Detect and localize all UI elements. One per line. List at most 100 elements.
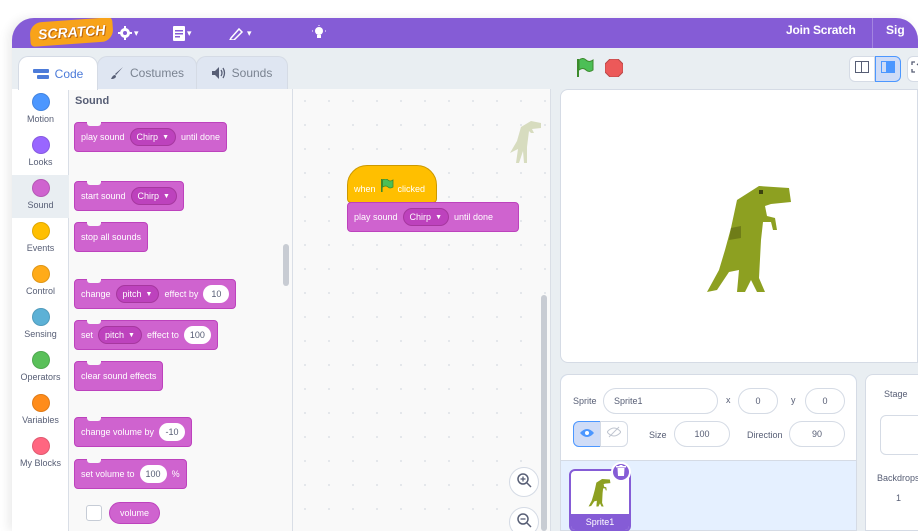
edit-menu[interactable]: ▾: [229, 23, 252, 43]
category-variables[interactable]: Variables: [12, 390, 69, 433]
backdrops-count: 1: [896, 493, 902, 503]
category-sensing[interactable]: Sensing: [12, 304, 69, 347]
show-sprite-button[interactable]: [573, 421, 601, 447]
palette-scrollbar[interactable]: [283, 244, 289, 286]
hide-sprite-button[interactable]: [600, 421, 628, 447]
tab-costumes[interactable]: Costumes: [97, 56, 197, 89]
play-sound-until-done-script-block[interactable]: play sound Chirp ▼ until done: [347, 202, 519, 232]
effect-dropdown[interactable]: pitch ▼: [98, 326, 142, 344]
category-label: Events: [26, 243, 55, 253]
edit-icon: [229, 26, 245, 40]
join-scratch-link[interactable]: Join Scratch: [786, 18, 856, 42]
chevron-down-icon: ▼: [145, 290, 153, 298]
y-label: y: [791, 395, 796, 405]
palette-section-title: Sound: [75, 95, 110, 107]
sign-in-link[interactable]: Sig: [886, 18, 905, 42]
x-position-input[interactable]: 0: [738, 388, 778, 414]
stage-header: [551, 48, 918, 89]
set-volume-block[interactable]: set volume to 100 %: [74, 459, 187, 489]
category-my-blocks[interactable]: My Blocks: [12, 433, 69, 476]
zoom-out-icon: [516, 512, 532, 531]
green-flag-button[interactable]: [575, 58, 595, 83]
x-label: x: [726, 395, 731, 405]
sound-dropdown[interactable]: Chirp ▼: [129, 128, 176, 146]
stop-all-sounds-block[interactable]: stop all sounds: [74, 222, 149, 252]
stage-selector[interactable]: Stage Backdrops 1: [865, 374, 918, 531]
block-palette: Sound play sound Chirp ▼ until done start…: [69, 89, 293, 531]
volume-value-input[interactable]: 100: [139, 465, 167, 483]
play-sound-until-done-block[interactable]: play sound Chirp ▼ until done: [74, 122, 228, 152]
volume-amount-input[interactable]: -10: [159, 423, 186, 441]
category-operators[interactable]: Operators: [12, 347, 69, 390]
zoom-out-button[interactable]: [509, 507, 539, 531]
effect-amount-input[interactable]: 10: [203, 285, 230, 303]
eye-icon: [580, 425, 594, 443]
category-control[interactable]: Control: [12, 261, 69, 304]
category-label: Control: [25, 286, 55, 296]
sprite-pane: Sprite Sprite1 x 0 y 0 Size 100 Directio…: [560, 374, 857, 531]
stop-button[interactable]: [604, 58, 624, 82]
category-color-dot: [31, 394, 50, 412]
sound-dropdown[interactable]: Chirp ▼: [130, 187, 177, 205]
tutorials-button[interactable]: [312, 23, 326, 43]
chevron-down-icon: ▾: [187, 27, 192, 38]
menu-bar: SCRATCH ▾ ▾ ▾ Join Scratch Sig: [12, 18, 918, 48]
chevron-down-icon: ▼: [435, 213, 442, 221]
category-motion[interactable]: Motion: [12, 89, 69, 132]
stage-canvas[interactable]: [560, 89, 918, 363]
direction-input[interactable]: 90: [789, 421, 845, 447]
delete-sprite-button[interactable]: [611, 462, 631, 482]
chevron-down-icon: ▾: [134, 27, 139, 38]
tab-label: Code: [54, 66, 84, 81]
category-color-dot: [31, 222, 50, 240]
when-flag-clicked-block[interactable]: when clicked: [347, 165, 437, 203]
category-color-dot: [31, 351, 50, 369]
tab-code[interactable]: Code: [18, 56, 98, 90]
start-sound-block[interactable]: start sound Chirp ▼: [74, 181, 184, 211]
large-stage-icon: [881, 60, 895, 78]
size-input[interactable]: 100: [674, 421, 730, 447]
large-stage-button[interactable]: [875, 56, 901, 82]
scratch-logo[interactable]: SCRATCH: [29, 18, 115, 47]
sprite-name-input[interactable]: Sprite1: [603, 388, 718, 414]
volume-monitor-checkbox[interactable]: [86, 505, 102, 521]
category-menu: Motion Looks Sound Events Control Sensing Oper…: [12, 89, 69, 531]
green-flag-icon: [575, 58, 595, 82]
y-position-input[interactable]: 0: [805, 388, 845, 414]
change-volume-block[interactable]: change volume by -10: [74, 417, 193, 447]
eye-slash-icon: [606, 425, 622, 443]
change-effect-block[interactable]: change pitch ▼ effect by 10: [74, 279, 237, 309]
green-flag-icon: [380, 178, 394, 194]
fullscreen-button[interactable]: [907, 56, 918, 82]
size-label: Size: [649, 430, 667, 440]
globe-menu[interactable]: ▾: [118, 23, 139, 43]
category-looks[interactable]: Looks: [12, 132, 69, 175]
category-label: Sensing: [24, 329, 57, 339]
set-effect-block[interactable]: set pitch ▼ effect to 100: [74, 320, 218, 350]
clear-sound-effects-block[interactable]: clear sound effects: [74, 361, 164, 391]
zoom-in-button[interactable]: [509, 467, 539, 497]
effect-value-input[interactable]: 100: [183, 326, 211, 344]
stop-icon: [604, 58, 624, 81]
category-color-dot: [31, 265, 50, 283]
category-label: My Blocks: [19, 458, 61, 468]
category-sound[interactable]: Sound: [12, 175, 69, 218]
file-icon: [173, 25, 185, 41]
tab-sounds[interactable]: Sounds: [196, 56, 288, 89]
effect-dropdown[interactable]: pitch ▼: [115, 285, 160, 303]
tab-label: Sounds: [231, 66, 273, 80]
chevron-down-icon: ▼: [128, 331, 135, 339]
volume-reporter-block[interactable]: volume: [109, 502, 161, 524]
small-stage-button[interactable]: [849, 56, 875, 82]
script-scrollbar[interactable]: [541, 295, 547, 531]
fullscreen-icon: [911, 60, 918, 78]
script-area[interactable]: when clicked play sound Chirp ▼ until don…: [293, 89, 551, 531]
category-events[interactable]: Events: [12, 218, 69, 261]
editor-tabs: Code Costumes Sounds: [12, 56, 302, 90]
category-label: Motion: [26, 114, 54, 124]
brush-icon: [110, 66, 124, 80]
stage-thumbnail[interactable]: [880, 415, 918, 455]
dinosaur-sprite[interactable]: [701, 180, 801, 305]
file-menu[interactable]: ▾: [173, 23, 192, 43]
sound-dropdown[interactable]: Chirp ▼: [402, 208, 449, 226]
